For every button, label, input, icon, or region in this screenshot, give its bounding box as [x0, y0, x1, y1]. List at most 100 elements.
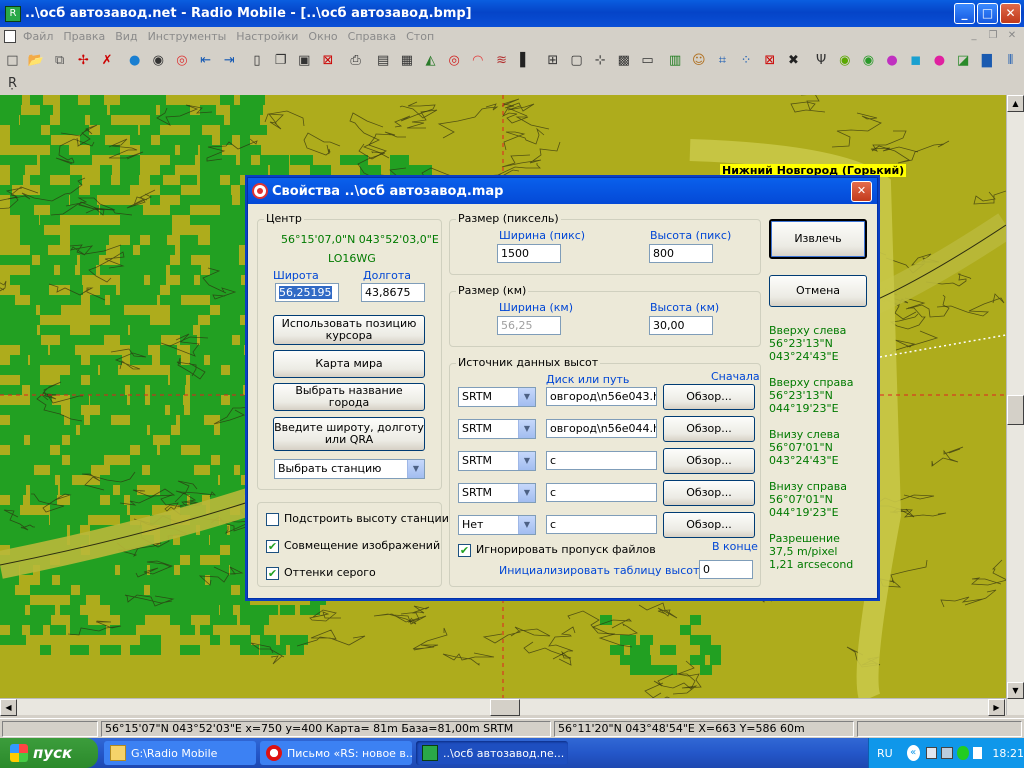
network-icon[interactable] [925, 747, 938, 759]
extract-button[interactable]: Извлечь [769, 219, 867, 259]
clear-picture-icon[interactable]: ⊠ [759, 50, 780, 71]
elevation-path-input[interactable]: c [546, 451, 657, 470]
elevation-source-dropdown[interactable]: SRTM ▼ [458, 483, 536, 503]
elevation-icon[interactable]: ◭ [420, 50, 441, 71]
pdf-icon[interactable]: ⊠ [318, 50, 339, 71]
volume-icon[interactable] [972, 747, 983, 759]
target-icon[interactable]: ◎ [444, 50, 465, 71]
cartesian-coverage-icon[interactable]: ◼ [905, 50, 926, 71]
world-map-button[interactable]: Карта мира [273, 350, 425, 378]
network-properties-icon[interactable]: ✢ [73, 50, 94, 71]
task-opera-mail[interactable]: Письмо «RS: новое в... [260, 741, 412, 765]
browse-button[interactable]: Обзор... [663, 480, 755, 506]
bars-icon[interactable]: ⦀ [1000, 50, 1021, 71]
new-icon[interactable]: □ [2, 50, 23, 71]
elevation-source-dropdown[interactable]: SRTM ▼ [458, 387, 536, 407]
unit-properties-icon[interactable]: ✗ [97, 50, 118, 71]
interference-icon[interactable]: ◪ [953, 50, 974, 71]
copy-picture-icon[interactable]: ❐ [270, 50, 291, 71]
city-icon[interactable]: ▩ [613, 50, 634, 71]
ignore-missing-checkbox[interactable]: ✔ [458, 544, 471, 557]
select-city-button[interactable]: Выбрать название города [273, 383, 425, 411]
cancel-button[interactable]: Отмена [769, 275, 867, 307]
display-icon[interactable] [941, 747, 954, 759]
scroll-thumb[interactable] [1007, 395, 1024, 425]
chevron-down-icon[interactable]: ▼ [518, 388, 535, 406]
save-map-icon[interactable]: ◉ [148, 50, 169, 71]
fit-station-checkbox[interactable] [266, 513, 279, 526]
copy-network-icon[interactable]: ⧉ [49, 50, 70, 71]
rainbow-icon[interactable]: ◠ [468, 50, 489, 71]
use-cursor-position-button[interactable]: Использовать позицию курсора [273, 315, 425, 345]
browse-button[interactable]: Обзор... [663, 448, 755, 474]
menu-stop[interactable]: Стоп [401, 30, 439, 43]
grayscale-icon[interactable]: ▌ [515, 50, 536, 71]
select-icon[interactable]: ⌗ [712, 50, 733, 71]
task-radio-mobile-folder[interactable]: G:\Radio Mobile [104, 741, 256, 765]
horizontal-scrollbar[interactable]: ◀ ▶ [0, 698, 1006, 716]
chevron-down-icon[interactable]: ▼ [518, 452, 535, 470]
frame-icon[interactable]: ▢ [566, 50, 587, 71]
delete-icon[interactable]: ✖ [783, 50, 804, 71]
radio-coverage-icon[interactable]: ◉ [858, 50, 879, 71]
maximize-button[interactable]: □ [977, 3, 998, 24]
print-icon[interactable]: ⎙ [345, 50, 366, 71]
scroll-right-icon[interactable]: ▶ [988, 699, 1005, 716]
merge-images-checkbox[interactable]: ✔ [266, 540, 279, 553]
polar-coverage-icon[interactable]: ● [882, 50, 903, 71]
paste-icon[interactable]: ▤ [373, 50, 394, 71]
chevron-down-icon[interactable]: ▼ [518, 420, 535, 438]
menu-settings[interactable]: Настройки [231, 30, 303, 43]
elevation-source-dropdown[interactable]: SRTM ▼ [458, 451, 536, 471]
mdi-minimize-button[interactable]: _ [966, 29, 982, 43]
radio-link-icon[interactable]: ◉ [834, 50, 855, 71]
dialog-close-button[interactable]: ✕ [851, 181, 872, 202]
save-picture-icon[interactable]: ▣ [294, 50, 315, 71]
browse-button[interactable]: Обзор... [663, 512, 755, 538]
width-px-input[interactable]: 1500 [497, 244, 561, 263]
arrow-left-icon[interactable]: ⇤ [195, 50, 216, 71]
scroll-left-icon[interactable]: ◀ [0, 699, 17, 716]
scroll-down-icon[interactable]: ▼ [1007, 682, 1024, 699]
vertical-scrollbar[interactable]: ▲ ▼ [1006, 95, 1024, 715]
open-picture-icon[interactable]: ▯ [247, 50, 268, 71]
select-station-dropdown[interactable]: Выбрать станцию ▼ [274, 459, 425, 479]
menu-help[interactable]: Справка [343, 30, 401, 43]
merge-icon[interactable]: ▦ [397, 50, 418, 71]
window-icon[interactable]: ▭ [637, 50, 658, 71]
close-button[interactable]: ✕ [1000, 3, 1021, 24]
scroll-up-icon[interactable]: ▲ [1007, 95, 1024, 112]
start-button[interactable]: пуск [0, 738, 98, 768]
open-icon[interactable]: 📂 [26, 50, 47, 71]
connection-icon[interactable] [957, 746, 969, 760]
chevron-down-icon[interactable]: ▼ [518, 484, 535, 502]
document-icon[interactable] [4, 29, 16, 43]
antenna-icon[interactable]: Ψ [811, 50, 832, 71]
scroll-thumb-h[interactable] [490, 699, 520, 716]
globe-icon[interactable]: ● [124, 50, 145, 71]
grayscale-checkbox[interactable]: ✔ [266, 567, 279, 580]
longitude-input[interactable]: 43,8675 [361, 283, 425, 302]
menu-edit[interactable]: Правка [58, 30, 110, 43]
language-indicator[interactable]: RU [877, 747, 893, 760]
latitude-input[interactable]: 56,25195 [275, 283, 339, 302]
points-icon[interactable]: ⁘ [736, 50, 757, 71]
mdi-close-button[interactable]: ✕ [1004, 29, 1020, 43]
browse-button[interactable]: Обзор... [663, 416, 755, 442]
map-properties-icon[interactable]: ◎ [172, 50, 193, 71]
elevation-path-input[interactable]: овгород\n56e043.hgt [546, 387, 657, 406]
show-hidden-icon[interactable]: « [906, 745, 920, 761]
spectrum-icon[interactable]: ▇ [976, 50, 997, 71]
contour-icon[interactable]: ≋ [491, 50, 512, 71]
elevation-source-dropdown[interactable]: SRTM ▼ [458, 419, 536, 439]
rx-icon[interactable]: Ṛ [2, 73, 23, 94]
elevation-source-dropdown[interactable]: Нет ▼ [458, 515, 536, 535]
minimize-button[interactable]: _ [954, 3, 975, 24]
chevron-down-icon[interactable]: ▼ [407, 460, 424, 478]
elevation-path-input[interactable]: c [546, 483, 657, 502]
init-table-input[interactable]: 0 [699, 560, 753, 579]
menu-file[interactable]: Файл [18, 30, 58, 43]
user-icon[interactable]: ☺ [688, 50, 709, 71]
route-coverage-icon[interactable]: ● [929, 50, 950, 71]
mdi-restore-button[interactable]: ❐ [985, 29, 1001, 43]
